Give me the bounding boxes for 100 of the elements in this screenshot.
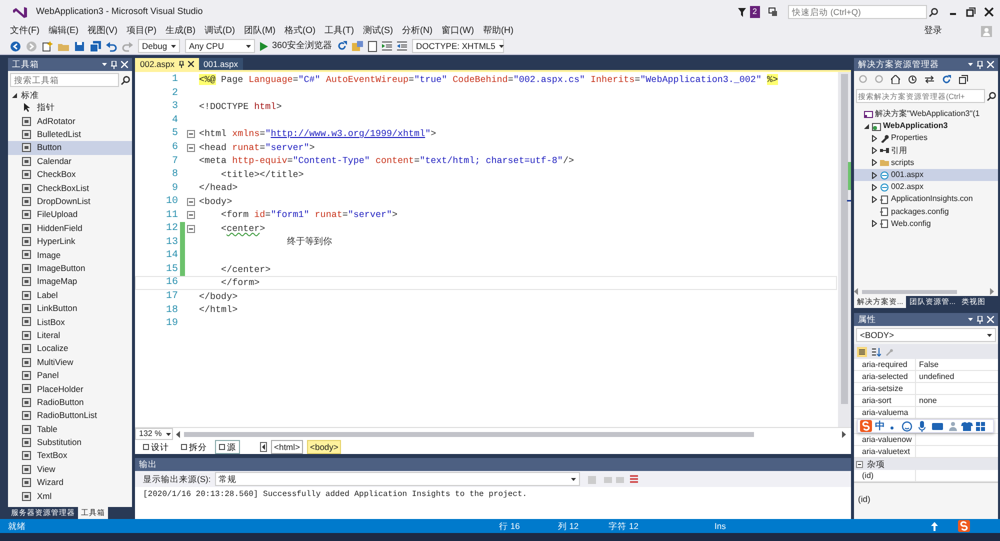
tree-item[interactable]: 001.aspx	[854, 168, 998, 182]
menu-item[interactable]: 调试(D)	[204, 24, 235, 38]
collapse-icon[interactable]	[186, 224, 194, 233]
menu-item[interactable]: 生成(B)	[166, 24, 196, 38]
tree-item[interactable]: ApplicationInsights.con	[854, 193, 998, 206]
toolbox-item[interactable]: TextBox	[8, 449, 132, 463]
collapsed-arrow-icon[interactable]	[872, 134, 877, 142]
toolbox-item[interactable]: HiddenField	[8, 222, 132, 235]
previous-element-icon[interactable]	[260, 442, 267, 452]
toolbox-item[interactable]: 指针	[8, 101, 132, 114]
run-button[interactable]: 360安全浏览器	[272, 39, 332, 53]
sign-in-link[interactable]: 登录	[924, 24, 942, 38]
object-dropdown[interactable]: <BODY>	[856, 328, 996, 342]
configuration-dropdown[interactable]: Debug	[138, 39, 180, 53]
search-icon[interactable]	[121, 76, 130, 84]
back-icon[interactable]	[10, 40, 21, 52]
toolbox-item[interactable]: Wizard	[8, 476, 132, 490]
toolbox-item[interactable]: Panel	[8, 368, 132, 382]
property-value[interactable]: none	[916, 395, 998, 406]
expanded-arrow-icon[interactable]	[864, 124, 869, 129]
menu-item[interactable]: 团队(M)	[244, 24, 276, 38]
collapse-icon[interactable]	[186, 198, 194, 206]
close-icon[interactable]	[984, 7, 994, 17]
history-icon[interactable]	[908, 74, 917, 84]
tree-item[interactable]: WebApplication3	[854, 120, 998, 132]
indent-icon[interactable]	[382, 41, 392, 51]
zoom-dropdown[interactable]: 132 %	[135, 428, 173, 440]
collapsed-arrow-icon[interactable]	[872, 184, 877, 191]
expanded-arrow-icon[interactable]	[12, 92, 17, 98]
toolbox-item[interactable]: ImageMap	[8, 275, 132, 288]
collapsed-arrow-icon[interactable]	[872, 196, 877, 203]
menu-item[interactable]: 格式(O)	[284, 24, 316, 38]
tree-item[interactable]: Web.config	[854, 218, 998, 230]
toolbox-item[interactable]: FileUpload	[8, 208, 132, 222]
new-project-icon[interactable]	[42, 40, 53, 52]
toolbox-item[interactable]: Localize	[8, 342, 132, 356]
breadcrumb-tag[interactable]: <body>	[307, 440, 342, 454]
doctype-dropdown[interactable]: DOCTYPE: XHTML5	[412, 39, 504, 53]
pin-icon[interactable]	[178, 60, 184, 68]
menu-item[interactable]: 工具(T)	[324, 24, 354, 38]
breadcrumb-tag[interactable]: <html>	[271, 440, 303, 454]
find-icon[interactable]	[352, 40, 364, 52]
play-icon[interactable]	[260, 42, 268, 50]
ime-tools-icon[interactable]	[888, 420, 988, 432]
view-tab[interactable]: 设计	[139, 440, 173, 454]
menu-item[interactable]: 项目(P)	[126, 24, 156, 38]
notification-badge[interactable]: 2	[750, 6, 760, 18]
search-icon[interactable]	[929, 8, 938, 16]
home-icon[interactable]	[891, 74, 900, 84]
feedback-icon[interactable]	[768, 7, 778, 17]
collapsed-arrow-icon[interactable]	[872, 159, 877, 166]
menu-item[interactable]: 测试(S)	[363, 24, 393, 38]
search-field[interactable]: 搜索工具箱	[10, 73, 119, 87]
collapsed-arrow-icon[interactable]	[872, 147, 877, 154]
toolbox-item[interactable]: CheckBox	[8, 168, 132, 182]
menu-item[interactable]: 编辑(E)	[48, 24, 78, 38]
toolbox-item[interactable]: ImageButton	[8, 262, 132, 276]
toolbox-item[interactable]: View	[8, 462, 132, 476]
tree-item[interactable]: scripts	[854, 156, 998, 169]
property-value[interactable]: undefined	[916, 371, 998, 382]
group-header[interactable]: 标准	[21, 88, 39, 102]
tree-item[interactable]: 002.aspx	[854, 181, 998, 194]
close-icon[interactable]	[188, 61, 194, 67]
input-mode-toggle[interactable]: 中	[875, 418, 885, 434]
ime-logo-icon[interactable]	[958, 520, 970, 532]
platform-dropdown[interactable]: Any CPU	[185, 39, 255, 53]
toolbox-item[interactable]: RadioButton	[8, 396, 132, 409]
toolbox-item[interactable]: MultiView	[8, 355, 132, 369]
toolbox-item[interactable]: Substitution	[8, 436, 132, 450]
toolbox-item[interactable]: ListBox	[8, 315, 132, 329]
toolbox-item[interactable]: HyperLink	[8, 234, 132, 248]
tree-item[interactable]: packages.config	[854, 206, 998, 218]
sync-icon[interactable]	[925, 74, 934, 84]
dropdown-arrow-icon[interactable]	[968, 63, 973, 66]
toolbox-item[interactable]: AdRotator	[8, 114, 132, 128]
undo-icon[interactable]	[106, 40, 117, 52]
categorized-icon[interactable]	[857, 346, 867, 356]
collapse-icon[interactable]	[186, 144, 194, 152]
collapsed-arrow-icon[interactable]	[872, 220, 877, 228]
toolbox-item[interactable]: DropDownList	[8, 194, 132, 208]
view-tab[interactable]: 拆分	[177, 440, 211, 454]
toolbox-item[interactable]: BulletedList	[8, 128, 132, 142]
property-value[interactable]: False	[916, 359, 998, 370]
toolbox-item[interactable]: RadioButtonList	[8, 408, 132, 422]
collapse-icon[interactable]	[186, 130, 194, 138]
collapse-icon[interactable]	[186, 211, 194, 220]
toolbox-item[interactable]: Xml	[8, 489, 132, 503]
collapsed-arrow-icon[interactable]	[872, 172, 877, 179]
collapse-all-icon[interactable]	[959, 74, 968, 84]
tree-item[interactable]: 引用	[854, 144, 998, 157]
menu-item[interactable]: 文件(F)	[10, 24, 40, 38]
refresh-icon[interactable]	[337, 41, 348, 51]
toolbox-item[interactable]: LinkButton	[8, 302, 132, 316]
save-icon[interactable]	[74, 40, 85, 52]
ime-toolbar[interactable]: 中	[857, 419, 994, 433]
menu-item[interactable]: 视图(V)	[88, 24, 118, 38]
view-tab[interactable]: 源	[215, 440, 240, 454]
output-source-dropdown[interactable]: 常规	[214, 472, 580, 486]
restore-icon[interactable]	[966, 7, 976, 17]
menu-item[interactable]: 帮助(H)	[483, 24, 514, 38]
